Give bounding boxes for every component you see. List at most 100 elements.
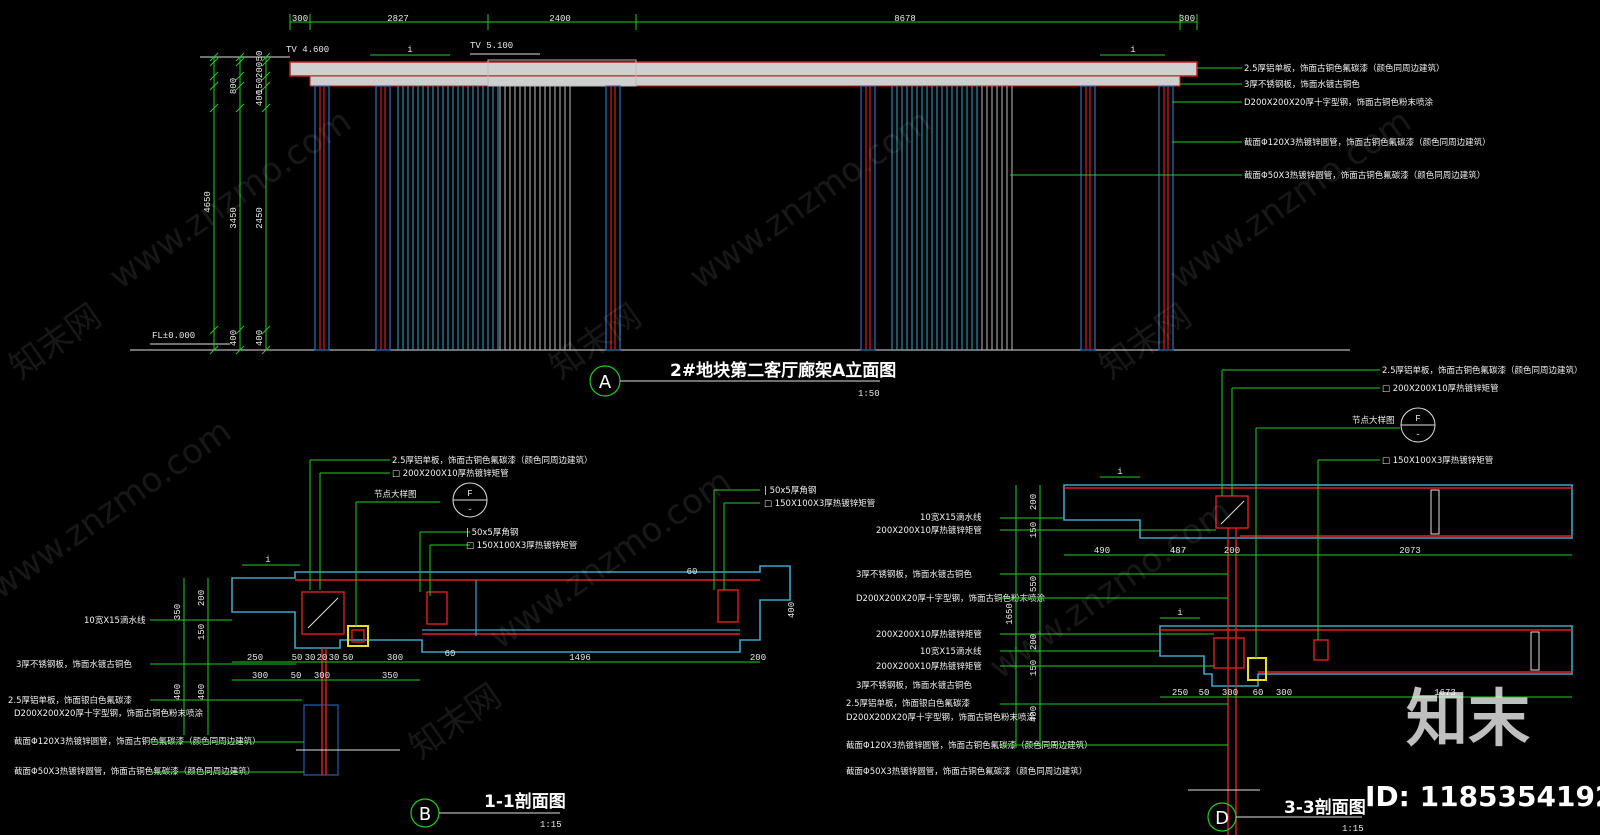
dim-top-2: 2827	[387, 14, 409, 24]
section-d-upper-end	[1430, 489, 1440, 535]
section-b-tube-2	[426, 591, 448, 625]
watermark-brand-2: 知末网	[542, 296, 648, 387]
b-note-top-2: □ 200X200X10厚热镀锌矩管	[392, 468, 509, 479]
d-dim-b-5: 300	[1276, 688, 1292, 698]
d-note-left-12: 截面Φ50X3热镀锌圆管，饰面古铜色氟碳漆（颜色同周边建筑）	[846, 766, 1087, 777]
watermark-url-4: www.znzmo.com	[0, 411, 239, 607]
b-note-top-1: 2.5厚铝单板，饰面古铜色氟碳漆（颜色同周边建筑）	[392, 455, 593, 466]
d-detail-tag-top: F	[1415, 414, 1420, 424]
b-note-left-3: 2.5厚铝单板，饰面银白色氟碳漆	[8, 695, 133, 706]
dim-top-1: 300	[292, 14, 308, 24]
d-note-left-1: 10宽X15滴水线	[920, 512, 982, 523]
roof-sub-beam	[309, 75, 1181, 87]
watermark-logo: 知末	[1406, 682, 1530, 755]
d-dim-l-3: 550	[1029, 576, 1039, 592]
d-dim-l-4: 1650	[1005, 603, 1015, 625]
d-note-left-8: 3厚不锈钢板，饰面水镀古铜色	[856, 680, 972, 691]
dim-top-4: 8678	[894, 14, 916, 24]
b-dim-4: 20	[317, 653, 328, 663]
roof-beam	[289, 61, 1198, 77]
d-dim-b-4: 60	[1253, 688, 1264, 698]
elev-note-3: D200X200X20厚十字型钢，饰面古铜色粉末喷涂	[1244, 97, 1433, 108]
dim-left-outer-1: 800	[229, 78, 239, 94]
cad-drawing-canvas: 300 2827 2400 8678 300 i i TV 4.600 TV 5…	[0, 0, 1600, 835]
elev-note-2: 3厚不锈钢板，饰面水镀古铜色	[1244, 79, 1360, 90]
section-b-title: 1-1剖面图	[484, 791, 566, 812]
section-b-marker: i	[265, 555, 270, 565]
b-dim-3: 30	[305, 653, 316, 663]
b-dim-misc-1: 60	[445, 649, 456, 659]
section-d-lower-end	[1530, 631, 1540, 671]
watermark-id: ID: 1185354192	[1365, 780, 1600, 813]
elevation-column	[1080, 85, 1096, 351]
section-b-column	[303, 704, 339, 776]
d-note-left-3: 3厚不锈钢板，饰面水镀古铜色	[856, 569, 972, 580]
elevation-column	[375, 85, 391, 351]
b-dim-1: 250	[247, 653, 263, 663]
b-note-mid-2: □ 150X100X3厚热镀锌矩管	[466, 540, 577, 551]
dim-left-5: 2450	[255, 207, 265, 229]
b-note-right-1: | 50x5厚角钢	[764, 485, 816, 496]
d-dim-b-1: 250	[1172, 688, 1188, 698]
d-dim-top-4: 2073	[1399, 546, 1421, 556]
level-fl: FL±0.000	[152, 331, 195, 341]
d-dim-top-3: 200	[1224, 546, 1240, 556]
section-d-marker-2: i	[1177, 608, 1182, 618]
section-mark-1: i	[407, 45, 412, 55]
watermark-url-3: www.znzmo.com	[1162, 101, 1418, 297]
d-note-top-2: □ 200X200X10厚热镀锌矩管	[1382, 383, 1499, 394]
d-note-left-6: 10宽X15滴水线	[920, 646, 982, 657]
dim-top-3: 2400	[549, 14, 571, 24]
section-b-tube-3	[717, 589, 739, 623]
d-note-left-7: 200X200X10厚热镀锌矩管	[876, 661, 982, 672]
b-dim-9: 200	[750, 653, 766, 663]
b-dim-left-3: 150	[197, 624, 207, 640]
b-note-left-4: D200X200X20厚十字型钢，饰面古铜色粉末喷涂	[14, 708, 203, 719]
b-detail-label: 节点大样图	[374, 489, 417, 500]
dim-top-5: 300	[1179, 14, 1195, 24]
section-d-lower-tube	[1213, 637, 1245, 669]
section-b-scale: 1:15	[540, 820, 562, 830]
b-note-mid-1: | 50x5厚角钢	[466, 527, 518, 538]
d-detail-tag-bottom: -	[1415, 430, 1420, 440]
dim-left-6: 400	[255, 330, 265, 346]
d-note-left-10: D200X200X20厚十字型钢，饰面古铜色粉末喷涂	[846, 712, 1035, 723]
section-d-lower-tube-2	[1313, 639, 1329, 661]
level-tv-1: TV 4.600	[286, 45, 329, 55]
b-detail-tag-bottom: -	[467, 505, 472, 515]
d-note-left-2: 200X200X10厚热镀锌矩管	[876, 525, 982, 536]
cad-drawing: 300 2827 2400 8678 300 i i TV 4.600 TV 5…	[0, 14, 1600, 835]
b-dim-left-2: 350	[173, 604, 183, 620]
view-tag-d: D	[1215, 808, 1229, 829]
d-note-top-1: 2.5厚铝单板，饰面古铜色氟碳漆（颜色同周边建筑）	[1382, 365, 1583, 376]
elevation-column	[860, 85, 876, 351]
watermark-brand-3: 知末网	[1092, 296, 1198, 387]
b-dim-misc-2: 60	[687, 567, 698, 577]
section-d-lower-beam	[1159, 625, 1573, 687]
b-dim-r2-1: 300	[252, 671, 268, 681]
elevation-columns	[314, 85, 1174, 351]
section-b-main-tube-hatch	[307, 597, 339, 629]
b-dim-left-5: 400	[197, 684, 207, 700]
b-dim-7: 300	[387, 653, 403, 663]
watermarks: www.znzmo.com www.znzmo.com www.znzmo.co…	[0, 101, 1600, 813]
watermark-brand-1: 知末网	[2, 296, 108, 387]
b-note-right-2: □ 150X100X3厚热镀锌矩管	[764, 498, 875, 509]
b-dim-2: 50	[292, 653, 303, 663]
view-tag-a: A	[599, 372, 612, 393]
b-dim-left-4: 400	[173, 684, 183, 700]
elevation-title: 2#地块第二客厅廊架A立面图	[670, 360, 896, 381]
section-d-scale: 1:15	[1342, 824, 1364, 834]
section-b-detail-box	[347, 625, 369, 647]
dim-left-4: 400	[255, 90, 265, 106]
d-dim-l-1: 200	[1029, 494, 1039, 510]
d-dim-b-2: 50	[1199, 688, 1210, 698]
watermark-url-2: www.znzmo.com	[682, 101, 938, 297]
b-dim-r2-3: 300	[314, 671, 330, 681]
d-note-left-9: 2.5厚铝单板，饰面银白色氟碳漆	[846, 698, 971, 709]
d-note-right: □ 150X100X3厚热镀锌矩管	[1382, 455, 1493, 466]
dim-left-1: 50	[255, 51, 265, 62]
d-dim-b-3: 300	[1222, 688, 1238, 698]
b-dim-6: 50	[343, 653, 354, 663]
b-dim-left-1: 200	[197, 590, 207, 606]
